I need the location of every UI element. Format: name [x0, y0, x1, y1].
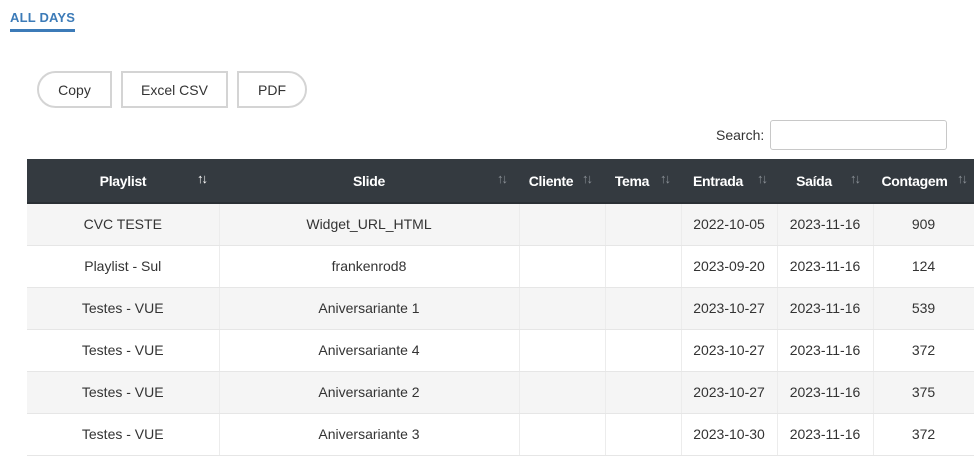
- export-buttons: Copy Excel CSV PDF: [37, 71, 307, 108]
- cell-saida: 2023-11-16: [777, 203, 874, 246]
- column-header-contagem[interactable]: Contagem ↑↓: [873, 159, 974, 204]
- table-row[interactable]: Testes - VUE Aniversariante 4 2023-10-27…: [27, 329, 974, 372]
- cell-tema: [605, 371, 682, 414]
- column-header-entrada[interactable]: Entrada ↑↓: [681, 159, 777, 204]
- cell-cliente: [519, 245, 606, 288]
- cell-playlist: Playlist - Sul: [27, 245, 220, 288]
- sort-icon: ↑↓: [197, 171, 208, 186]
- cell-slide: frankenrod8: [219, 245, 520, 288]
- column-header-playlist[interactable]: Playlist ↑↓: [27, 159, 219, 204]
- sort-icon: ↑↓: [497, 171, 508, 186]
- search-label: Search:: [716, 127, 765, 143]
- cell-tema: [605, 203, 682, 246]
- column-label: Cliente: [528, 172, 574, 189]
- sort-icon: ↑↓: [660, 171, 671, 186]
- column-header-tema[interactable]: Tema ↑↓: [605, 159, 681, 204]
- column-header-saida[interactable]: Saída ↑↓: [777, 159, 873, 204]
- cell-contagem: 375: [873, 371, 974, 414]
- cell-slide: Aniversariante 3: [219, 413, 520, 456]
- cell-contagem: 372: [873, 329, 974, 372]
- cell-slide: Aniversariante 2: [219, 371, 520, 414]
- cell-playlist: Testes - VUE: [27, 371, 220, 414]
- cell-cliente: [519, 413, 606, 456]
- cell-contagem: 909: [873, 203, 974, 246]
- excel-csv-button[interactable]: Excel CSV: [121, 71, 228, 108]
- pdf-button[interactable]: PDF: [237, 71, 307, 108]
- table-header-row: Playlist ↑↓ Slide ↑↓ Cliente ↑↓ Tema ↑↓ …: [27, 159, 974, 204]
- cell-tema: [605, 413, 682, 456]
- cell-saida: 2023-11-16: [777, 371, 874, 414]
- search-box: Search:: [716, 120, 948, 150]
- cell-playlist: Testes - VUE: [27, 413, 220, 456]
- cell-entrada: 2022-10-05: [681, 203, 778, 246]
- sort-icon: ↑↓: [582, 171, 593, 186]
- cell-contagem: 124: [873, 245, 974, 288]
- column-label: Saída: [796, 172, 832, 189]
- cell-tema: [605, 245, 682, 288]
- cell-playlist: Testes - VUE: [27, 329, 220, 372]
- column-header-cliente[interactable]: Cliente ↑↓: [519, 159, 605, 204]
- column-label: Contagem: [881, 172, 948, 189]
- cell-slide: Aniversariante 1: [219, 287, 520, 330]
- cell-tema: [605, 287, 682, 330]
- table-row[interactable]: Testes - VUE Aniversariante 2 2023-10-27…: [27, 371, 974, 414]
- cell-entrada: 2023-09-20: [681, 245, 778, 288]
- column-header-slide[interactable]: Slide ↑↓: [219, 159, 519, 204]
- cell-cliente: [519, 329, 606, 372]
- table-row[interactable]: Playlist - Sul frankenrod8 2023-09-20 20…: [27, 245, 974, 288]
- cell-playlist: Testes - VUE: [27, 287, 220, 330]
- cell-cliente: [519, 287, 606, 330]
- data-table: Playlist ↑↓ Slide ↑↓ Cliente ↑↓ Tema ↑↓ …: [27, 159, 974, 456]
- cell-playlist: CVC TESTE: [27, 203, 220, 246]
- table-row[interactable]: Testes - VUE Aniversariante 1 2023-10-27…: [27, 287, 974, 330]
- search-input[interactable]: [770, 120, 948, 150]
- cell-cliente: [519, 203, 606, 246]
- cell-entrada: 2023-10-27: [681, 329, 778, 372]
- table-row[interactable]: Testes - VUE Aniversariante 3 2023-10-30…: [27, 413, 974, 456]
- column-label: Playlist: [99, 172, 147, 189]
- cell-saida: 2023-11-16: [777, 413, 874, 456]
- column-label: Slide: [353, 172, 385, 189]
- cell-tema: [605, 329, 682, 372]
- copy-button[interactable]: Copy: [37, 71, 112, 108]
- column-label: Entrada: [692, 172, 744, 189]
- cell-slide: Aniversariante 4: [219, 329, 520, 372]
- cell-entrada: 2023-10-27: [681, 371, 778, 414]
- column-label: Tema: [614, 172, 650, 189]
- sort-icon: ↑↓: [957, 171, 968, 186]
- cell-entrada: 2023-10-30: [681, 413, 778, 456]
- sort-icon: ↑↓: [850, 171, 861, 186]
- cell-saida: 2023-11-16: [777, 245, 874, 288]
- cell-saida: 2023-11-16: [777, 287, 874, 330]
- cell-slide: Widget_URL_HTML: [219, 203, 520, 246]
- cell-saida: 2023-11-16: [777, 329, 874, 372]
- cell-contagem: 539: [873, 287, 974, 330]
- table-row[interactable]: CVC TESTE Widget_URL_HTML 2022-10-05 202…: [27, 203, 974, 246]
- tab-all-days[interactable]: ALL DAYS: [10, 10, 76, 32]
- cell-entrada: 2023-10-27: [681, 287, 778, 330]
- sort-icon: ↑↓: [757, 171, 768, 186]
- cell-contagem: 372: [873, 413, 974, 456]
- cell-cliente: [519, 371, 606, 414]
